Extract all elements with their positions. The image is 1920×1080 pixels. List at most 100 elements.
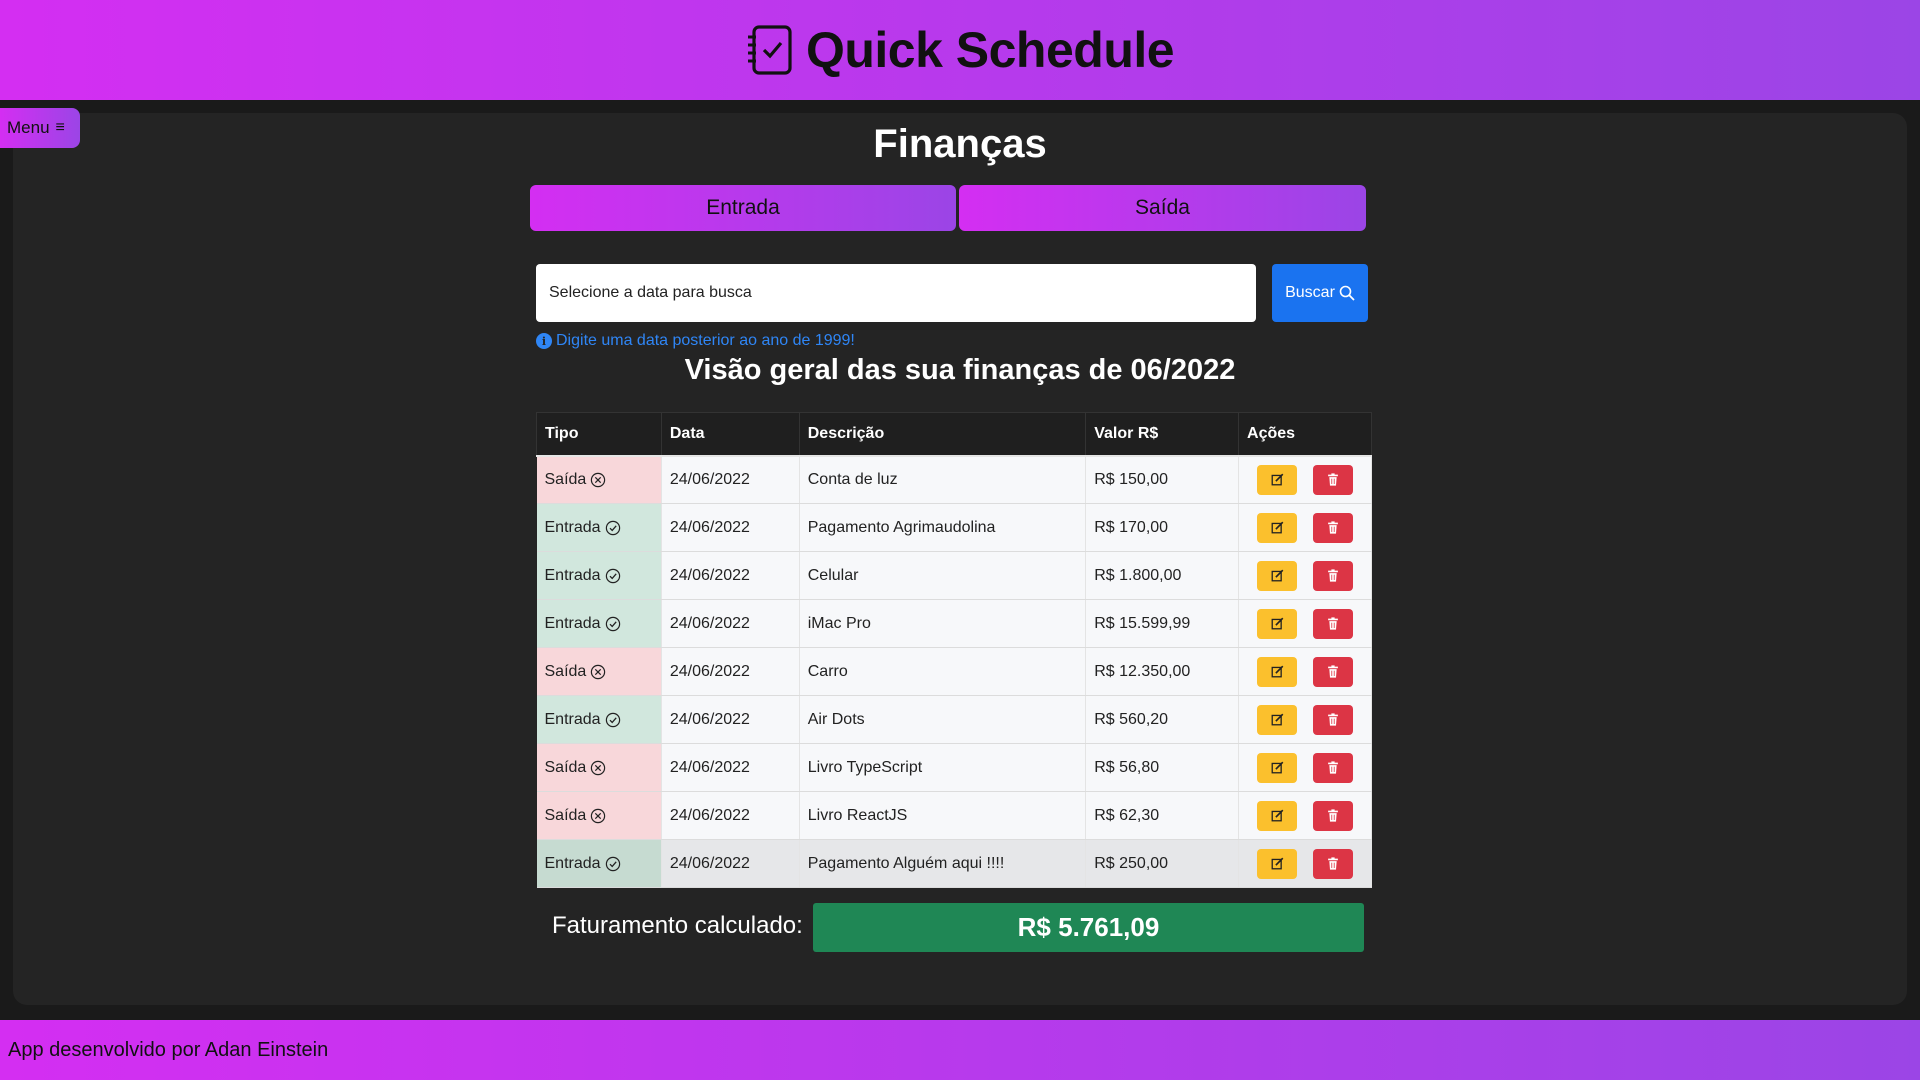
type-text: Saída bbox=[544, 806, 587, 824]
table-row: Saída 24/06/2022 Conta de luz R$ 150,00 bbox=[536, 455, 1372, 504]
cell-valor: R$ 1.800,00 bbox=[1085, 551, 1240, 600]
row-actions bbox=[1247, 704, 1371, 735]
edit-button[interactable] bbox=[1257, 656, 1298, 687]
edit-icon bbox=[1271, 809, 1283, 822]
type-text: Saída bbox=[544, 662, 587, 680]
cell-data: 24/06/2022 bbox=[661, 695, 800, 744]
cell-tipo: Entrada bbox=[536, 599, 662, 648]
trash-icon bbox=[1328, 713, 1338, 726]
edit-icon bbox=[1271, 521, 1283, 534]
menu-button[interactable]: Menu ≡ bbox=[0, 108, 80, 148]
cell-descricao: Conta de luz bbox=[799, 455, 1087, 504]
row-actions bbox=[1247, 608, 1371, 639]
table-row: Entrada 24/06/2022 Celular R$ 1.800,00 bbox=[536, 551, 1372, 600]
edit-button[interactable] bbox=[1257, 464, 1298, 495]
checklist-notebook-icon bbox=[747, 25, 792, 75]
type-text: Entrada bbox=[544, 614, 601, 632]
delete-button[interactable] bbox=[1313, 608, 1354, 639]
cell-tipo: Entrada bbox=[536, 503, 662, 552]
tab-entrada[interactable]: Entrada bbox=[530, 185, 956, 231]
edit-button[interactable] bbox=[1257, 752, 1298, 783]
header-data: Data bbox=[660, 412, 800, 457]
tab-saida[interactable]: Saída bbox=[959, 185, 1366, 231]
footer: App desenvolvido por Adan Einstein bbox=[0, 1020, 1920, 1080]
cell-tipo: Saída bbox=[536, 455, 662, 504]
trash-icon bbox=[1328, 569, 1338, 582]
cell-descricao: Carro bbox=[799, 647, 1087, 696]
hint-text: Digite uma data posterior ao ano de 1999… bbox=[556, 332, 855, 349]
edit-button[interactable] bbox=[1257, 560, 1298, 591]
cell-tipo: Entrada bbox=[536, 551, 662, 600]
app-header: Quick Schedule bbox=[0, 0, 1920, 100]
edit-button[interactable] bbox=[1257, 848, 1298, 879]
row-actions bbox=[1247, 512, 1371, 543]
table-row: Entrada 24/06/2022 Pagamento Alguém aqui !… bbox=[536, 839, 1372, 888]
overview-title: Visão geral das sua finanças de 06/2022 bbox=[684, 354, 1236, 386]
cell-valor: R$ 62,30 bbox=[1085, 791, 1240, 840]
cell-data: 24/06/2022 bbox=[661, 647, 800, 696]
cell-tipo: Saída bbox=[536, 647, 662, 696]
edit-icon bbox=[1271, 713, 1283, 726]
edit-button[interactable] bbox=[1257, 800, 1298, 831]
delete-button[interactable] bbox=[1313, 704, 1354, 735]
type-text: Entrada bbox=[544, 566, 601, 584]
cell-data: 24/06/2022 bbox=[661, 791, 800, 840]
trash-icon bbox=[1328, 857, 1338, 870]
trash-icon bbox=[1328, 473, 1338, 486]
table-row: Saída 24/06/2022 Livro ReactJS R$ 62,30 bbox=[536, 791, 1372, 840]
delete-button[interactable] bbox=[1313, 560, 1354, 591]
row-actions bbox=[1247, 752, 1371, 783]
delete-button[interactable] bbox=[1313, 752, 1354, 783]
edit-button[interactable] bbox=[1257, 608, 1298, 639]
type-label-wrap: Saída bbox=[545, 471, 607, 489]
type-label-wrap: Entrada bbox=[545, 615, 621, 633]
hamburger-icon: ≡ bbox=[55, 119, 65, 136]
trash-icon bbox=[1328, 521, 1338, 534]
edit-button[interactable] bbox=[1257, 512, 1298, 543]
total-label: Faturamento calculado: bbox=[552, 912, 803, 939]
cell-valor: R$ 12.350,00 bbox=[1085, 647, 1240, 696]
cell-acoes bbox=[1238, 599, 1372, 648]
edit-button[interactable] bbox=[1257, 704, 1298, 735]
x-circle-icon bbox=[591, 664, 606, 679]
row-actions bbox=[1247, 848, 1371, 879]
cell-tipo: Saída bbox=[536, 743, 662, 792]
cell-descricao: Pagamento Alguém aqui !!!! bbox=[799, 839, 1087, 888]
search-icon bbox=[1339, 285, 1355, 301]
cell-valor: R$ 150,00 bbox=[1085, 455, 1240, 504]
type-tabs: Entrada Saída bbox=[530, 185, 1366, 231]
edit-icon bbox=[1271, 473, 1283, 486]
row-actions bbox=[1247, 800, 1371, 831]
delete-button[interactable] bbox=[1313, 464, 1354, 495]
cell-descricao: Livro ReactJS bbox=[799, 791, 1087, 840]
delete-button[interactable] bbox=[1313, 800, 1354, 831]
edit-icon bbox=[1271, 569, 1283, 582]
cell-data: 24/06/2022 bbox=[661, 743, 800, 792]
row-actions bbox=[1247, 656, 1371, 687]
info-icon: i bbox=[536, 333, 552, 349]
header-tipo: Tipo bbox=[536, 412, 662, 457]
cell-data: 24/06/2022 bbox=[661, 551, 800, 600]
cell-acoes bbox=[1238, 647, 1372, 696]
cell-data: 24/06/2022 bbox=[661, 503, 800, 552]
delete-button[interactable] bbox=[1313, 656, 1354, 687]
cell-tipo: Saída bbox=[536, 791, 662, 840]
delete-button[interactable] bbox=[1313, 848, 1354, 879]
cell-valor: R$ 560,20 bbox=[1085, 695, 1240, 744]
cell-valor: R$ 15.599,99 bbox=[1085, 599, 1240, 648]
cell-acoes bbox=[1238, 503, 1372, 552]
table-row: Entrada 24/06/2022 iMac Pro R$ 15.599,99 bbox=[536, 599, 1372, 648]
type-label-wrap: Entrada bbox=[545, 855, 621, 873]
date-search-input[interactable] bbox=[536, 264, 1256, 322]
brand: Quick Schedule bbox=[746, 21, 1175, 79]
search-button-label: Buscar bbox=[1285, 284, 1335, 301]
cell-data: 24/06/2022 bbox=[661, 599, 800, 648]
search-button[interactable]: Buscar bbox=[1272, 264, 1368, 322]
row-actions bbox=[1247, 560, 1371, 591]
x-circle-icon bbox=[591, 760, 606, 775]
delete-button[interactable] bbox=[1313, 512, 1354, 543]
x-circle-icon bbox=[591, 808, 606, 823]
menu-label: Menu bbox=[7, 118, 50, 137]
type-label-wrap: Entrada bbox=[545, 567, 621, 585]
cell-acoes bbox=[1238, 743, 1372, 792]
